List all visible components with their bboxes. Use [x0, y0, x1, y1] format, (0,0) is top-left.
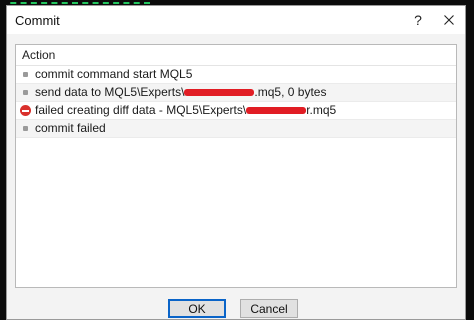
bullet-icon — [23, 126, 28, 131]
list-item-text: commit command start MQL5 — [35, 67, 193, 81]
error-icon — [20, 105, 31, 116]
bullet-icon — [23, 72, 28, 77]
background-right — [466, 0, 474, 320]
list-item-text-suffix: .mq5, 0 bytes — [254, 85, 327, 99]
title-bar: Commit ? — [7, 6, 465, 34]
list-item[interactable]: commit failed — [16, 120, 456, 138]
list-item[interactable]: send data to MQL5\Experts\ .mq5, 0 bytes — [16, 84, 456, 102]
list-item-text: send data to MQL5\Experts\ — [35, 85, 185, 99]
dialog-title: Commit — [15, 13, 60, 28]
list-item-text-suffix: r.mq5 — [306, 103, 337, 117]
list-item-error[interactable]: failed creating diff data - MQL5\Experts… — [16, 102, 456, 120]
close-button[interactable] — [439, 10, 459, 30]
redaction-mark — [184, 89, 255, 97]
redaction-mark — [246, 107, 307, 115]
list-item[interactable]: commit command start MQL5 — [16, 66, 456, 84]
action-column-header[interactable]: Action — [16, 45, 456, 66]
list-item-text: commit failed — [35, 121, 106, 135]
action-list[interactable]: Action commit command start MQL5 send da… — [15, 44, 457, 288]
close-icon — [444, 15, 454, 25]
commit-dialog: Commit ? Action commit command start MQL… — [6, 5, 466, 320]
list-item-text: failed creating diff data - MQL5\Experts… — [35, 103, 247, 117]
cancel-button[interactable]: Cancel — [240, 299, 298, 318]
help-button[interactable]: ? — [408, 10, 428, 30]
bullet-icon — [23, 90, 28, 95]
ok-button[interactable]: OK — [168, 299, 226, 318]
